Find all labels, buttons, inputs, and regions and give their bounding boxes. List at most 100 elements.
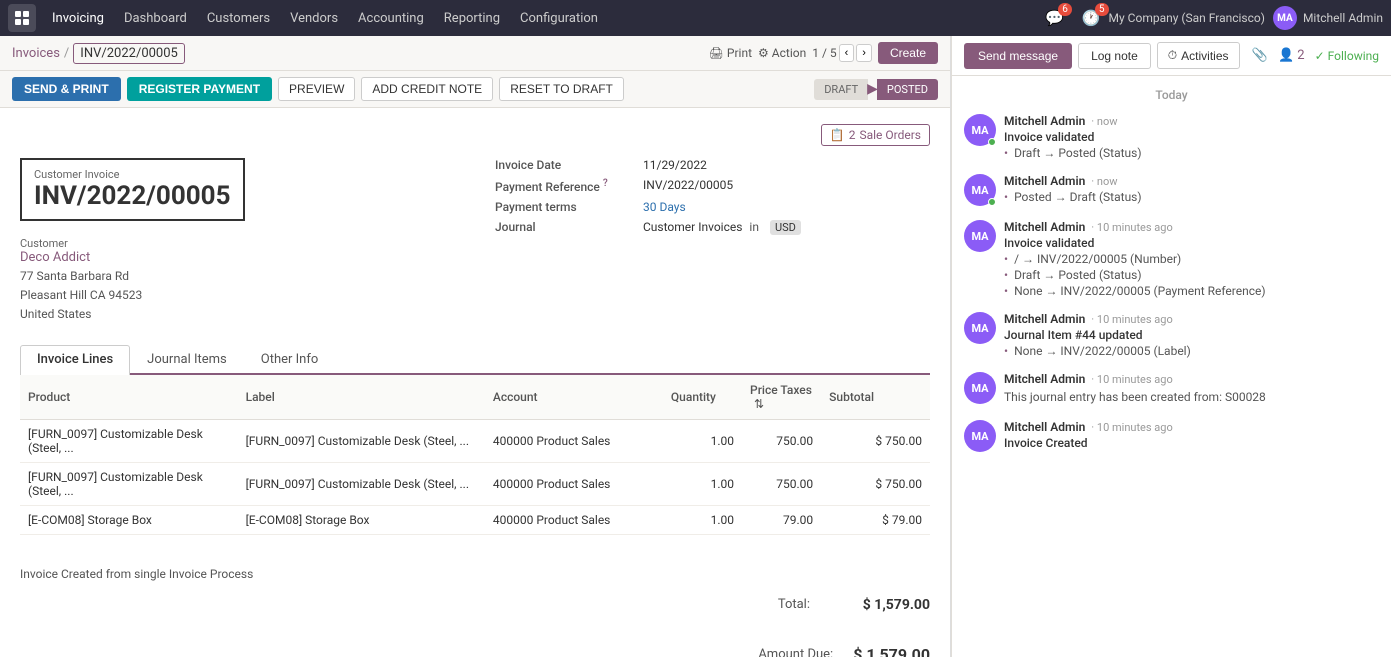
message-author: Mitchell Admin xyxy=(1004,372,1085,386)
send-print-button[interactable]: SEND & PRINT xyxy=(12,77,121,101)
nav-configuration[interactable]: Configuration xyxy=(512,7,606,30)
currency-badge[interactable]: USD xyxy=(770,220,801,235)
prev-record-button[interactable]: ‹ xyxy=(839,44,855,62)
cell-subtotal: $ 750.00 xyxy=(821,462,930,505)
invoice-content: 📋 2 Sale Orders Customer Invoice INV/202… xyxy=(0,108,950,551)
customer-label: Customer xyxy=(20,237,455,250)
top-navigation: Invoicing Dashboard Customers Vendors Ac… xyxy=(0,0,1391,36)
message-bullet: • Posted → Draft (Status) xyxy=(1004,190,1379,204)
message-avatar: MA xyxy=(964,220,996,252)
invoice-date-value: 11/29/2022 xyxy=(643,158,707,172)
invoice-number: INV/2022/00005 xyxy=(34,181,231,211)
reset-to-draft-button[interactable]: RESET TO DRAFT xyxy=(499,77,624,101)
nav-customers[interactable]: Customers xyxy=(199,7,278,30)
invoice-info-left: Customer Invoice INV/2022/00005 Customer… xyxy=(20,158,455,325)
chatter-messages: Today MA Mitchell Admin · now Invoice va… xyxy=(952,76,1391,657)
message-title: Journal Item #44 updated xyxy=(1004,328,1379,342)
payment-ref-value: INV/2022/00005 xyxy=(643,178,733,192)
nav-dashboard[interactable]: Dashboard xyxy=(116,7,195,30)
message-bullet: • / → INV/2022/00005 (Number) xyxy=(1004,252,1379,266)
activities-button[interactable]: ⏱ Activities xyxy=(1157,42,1240,69)
message-time: · now xyxy=(1091,175,1117,188)
cell-account: 400000 Product Sales xyxy=(485,462,663,505)
breadcrumb-separator: / xyxy=(64,46,69,61)
invoice-type-box: Customer Invoice INV/2022/00005 xyxy=(20,158,245,221)
add-credit-note-button[interactable]: ADD CREDIT NOTE xyxy=(361,77,493,101)
chatter-today-label: Today xyxy=(964,88,1379,102)
print-button[interactable]: 🖨 Print xyxy=(709,46,752,60)
message-avatar: MA xyxy=(964,114,996,146)
message-header: Mitchell Admin · 10 minutes ago xyxy=(1004,220,1379,234)
clock-notifications[interactable]: 🕐 5 xyxy=(1082,9,1101,27)
log-note-button[interactable]: Log note xyxy=(1078,43,1151,69)
following-button[interactable]: ✓ Following xyxy=(1315,49,1379,63)
customer-name[interactable]: Deco Addict xyxy=(20,250,455,265)
create-button[interactable]: Create xyxy=(878,42,938,64)
invoice-header: Customer Invoice INV/2022/00005 Customer… xyxy=(20,158,930,325)
cell-price: 750.00 xyxy=(742,462,821,505)
table-row[interactable]: [E-COM08] Storage Box [E-COM08] Storage … xyxy=(20,505,930,534)
total-value: $ 1,579.00 xyxy=(830,597,930,613)
tab-other-info[interactable]: Other Info xyxy=(244,345,336,373)
cell-price: 79.00 xyxy=(742,505,821,534)
tab-invoice-lines[interactable]: Invoice Lines xyxy=(20,345,130,375)
invoice-date-label: Invoice Date xyxy=(495,158,635,172)
send-message-button[interactable]: Send message xyxy=(964,43,1072,69)
followers-count[interactable]: 👤 2 xyxy=(1278,48,1305,63)
amount-due-value: $ 1,579.00 xyxy=(853,645,930,657)
person-icon: 👤 xyxy=(1278,48,1294,63)
nav-invoicing[interactable]: Invoicing xyxy=(44,7,112,30)
invoice-panel: Invoices / INV/2022/00005 🖨 Print ⚙ Acti… xyxy=(0,36,951,657)
message-body: Mitchell Admin · now Invoice validated •… xyxy=(1004,114,1379,160)
status-posted: POSTED xyxy=(877,79,938,100)
preview-button[interactable]: PREVIEW xyxy=(278,77,355,101)
payment-terms-row: Payment terms 30 Days xyxy=(495,200,930,214)
next-record-button[interactable]: › xyxy=(856,44,872,62)
tab-journal-items[interactable]: Journal Items xyxy=(130,345,244,373)
col-header-account: Account xyxy=(485,375,663,420)
register-payment-button[interactable]: REGISTER PAYMENT xyxy=(127,77,272,101)
status-draft: DRAFT xyxy=(814,79,868,100)
journal-row: Journal Customer Invoices in USD xyxy=(495,220,930,234)
gear-icon: ⚙ xyxy=(758,46,769,60)
cell-subtotal: $ 750.00 xyxy=(821,419,930,462)
message-header: Mitchell Admin · now xyxy=(1004,174,1379,188)
chat-notifications[interactable]: 💬 6 xyxy=(1045,9,1064,27)
cell-qty: 1.00 xyxy=(663,505,742,534)
message-body: Mitchell Admin · now • Posted → Draft (S… xyxy=(1004,174,1379,206)
breadcrumb-parent[interactable]: Invoices xyxy=(12,46,60,61)
breadcrumb-bar: Invoices / INV/2022/00005 🖨 Print ⚙ Acti… xyxy=(0,36,950,71)
invoice-info-right: Invoice Date 11/29/2022 Payment Referenc… xyxy=(495,158,930,325)
payment-ref-help[interactable]: ? xyxy=(603,178,608,189)
payment-terms-value[interactable]: 30 Days xyxy=(643,200,686,214)
company-name[interactable]: My Company (San Francisco) xyxy=(1109,11,1265,25)
message-avatar: MA xyxy=(964,312,996,344)
table-row[interactable]: [FURN_0097] Customizable Desk (Steel, ..… xyxy=(20,462,930,505)
message-avatar: MA xyxy=(964,174,996,206)
journal-value: Customer Invoices in USD xyxy=(643,220,801,234)
nav-accounting[interactable]: Accounting xyxy=(350,7,432,30)
action-bar: SEND & PRINT REGISTER PAYMENT PREVIEW AD… xyxy=(0,71,950,108)
amount-due-label: Amount Due: xyxy=(758,647,833,657)
status-badge: DRAFT ▶ POSTED xyxy=(814,79,938,100)
nav-vendors[interactable]: Vendors xyxy=(282,7,346,30)
amount-due-row: Amount Due: $ 1,579.00 xyxy=(758,645,930,657)
attachment-icon[interactable]: 📎 xyxy=(1252,48,1268,63)
payment-ref-label: Payment Reference ? xyxy=(495,178,635,194)
message-time: · 10 minutes ago xyxy=(1091,221,1172,234)
message-author: Mitchell Admin xyxy=(1004,174,1085,188)
chat-message: MA Mitchell Admin · now Invoice validate… xyxy=(964,114,1379,160)
chat-message: MA Mitchell Admin · 10 minutes ago Invoi… xyxy=(964,220,1379,298)
message-time: · 10 minutes ago xyxy=(1091,313,1172,326)
sale-orders-button[interactable]: 📋 2 Sale Orders xyxy=(821,124,930,146)
col-header-subtotal: Subtotal xyxy=(821,375,930,420)
cell-subtotal: $ 79.00 xyxy=(821,505,930,534)
table-row[interactable]: [FURN_0097] Customizable Desk (Steel, ..… xyxy=(20,419,930,462)
app-grid-icon[interactable] xyxy=(8,4,36,32)
message-title: Invoice validated xyxy=(1004,130,1379,144)
printer-icon: 🖨 xyxy=(709,46,724,60)
user-menu[interactable]: MA Mitchell Admin xyxy=(1273,6,1383,30)
message-header: Mitchell Admin · now xyxy=(1004,114,1379,128)
action-button[interactable]: ⚙ Action xyxy=(758,46,806,60)
nav-reporting[interactable]: Reporting xyxy=(436,7,508,30)
